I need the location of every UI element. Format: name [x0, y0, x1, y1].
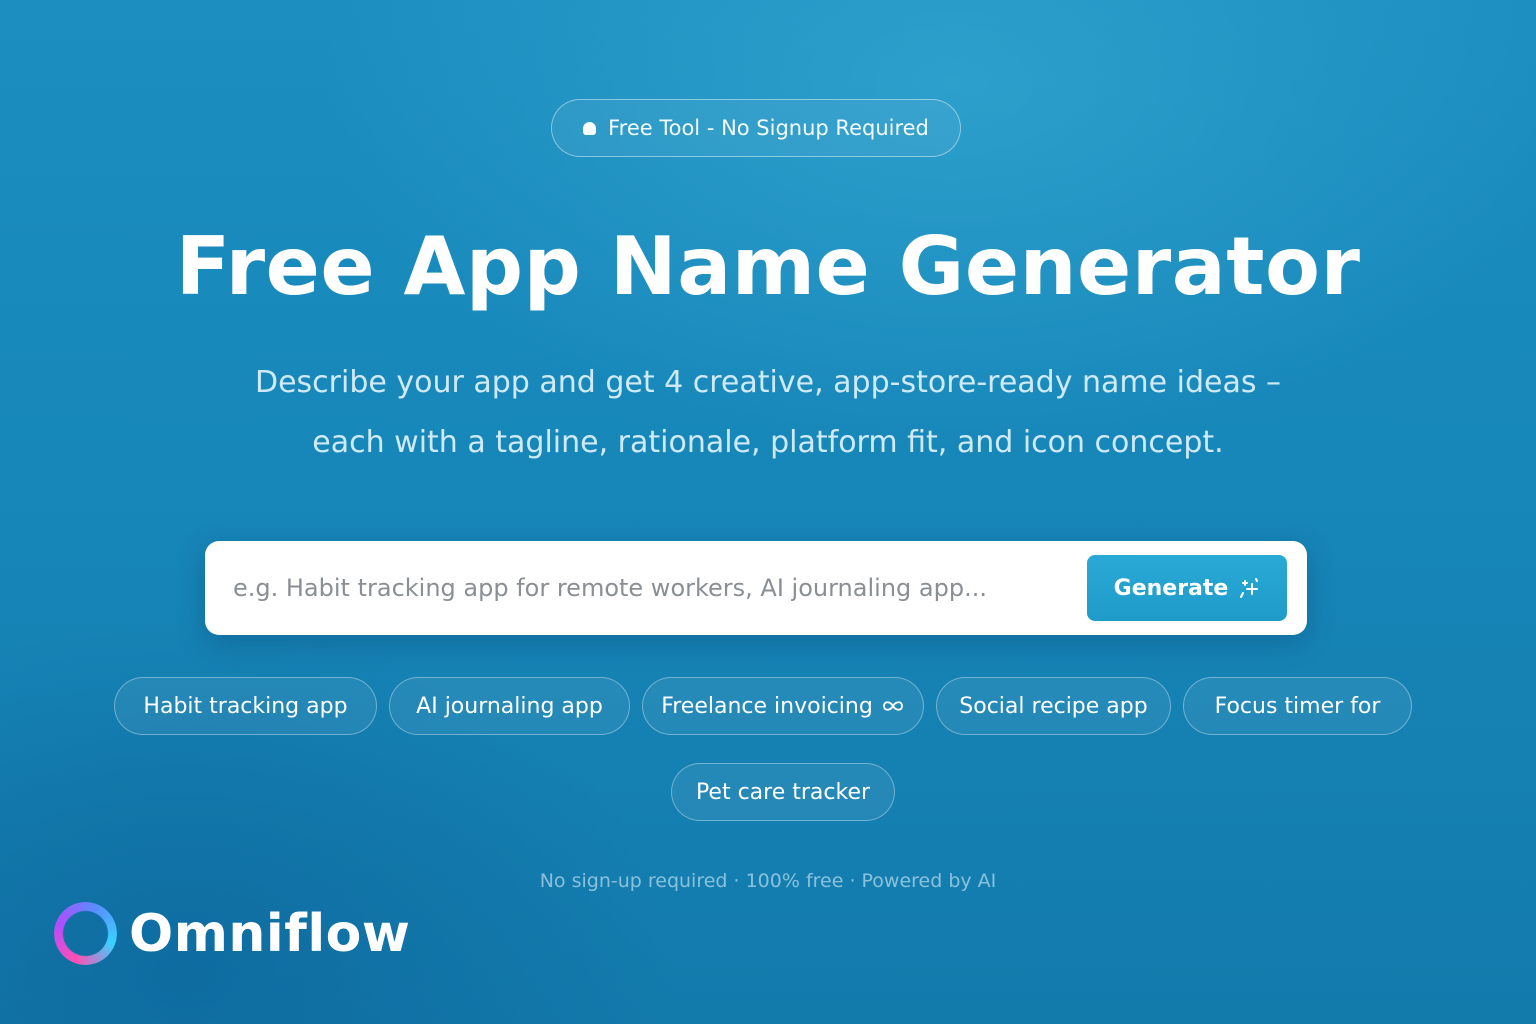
badge-icon — [583, 121, 597, 135]
page-subtitle: Describe your app and get 4 creative, ap… — [218, 353, 1318, 473]
generate-button[interactable]: Generate — [1087, 555, 1287, 621]
omniflow-logo: Omniflow — [54, 902, 410, 965]
suggestion-chip-habit-tracking[interactable]: Habit tracking app — [114, 677, 377, 735]
suggestion-chip-label: Freelance invoicing — [661, 693, 873, 719]
brand-name: Omniflow — [129, 903, 411, 964]
suggestion-chip-label: AI journaling app — [416, 693, 603, 719]
page-title: Free App Name Generator — [175, 220, 1361, 313]
suggestion-chip-focus-timer[interactable]: Focus timer for — [1183, 677, 1412, 735]
app-description-form: Generate — [205, 541, 1307, 635]
footnote: No sign-up required · 100% free · Powere… — [539, 870, 997, 892]
generate-button-label: Generate — [1113, 575, 1229, 601]
suggestion-chip-freelance-invoicing[interactable]: Freelance invoicing — [642, 677, 924, 735]
suggestion-chip-label: Pet care tracker — [695, 779, 871, 805]
sparkle-icon — [1238, 577, 1260, 599]
suggestion-chip-label: Social recipe app — [959, 693, 1148, 719]
subtitle-line-2: each with a tagline, rationale, platform… — [312, 425, 1224, 460]
suggestion-chip-ai-journaling[interactable]: AI journaling app — [389, 677, 630, 735]
free-tool-badge: Free Tool - No Signup Required — [551, 99, 961, 157]
suggestion-chip-label: Habit tracking app — [143, 693, 348, 719]
suggestion-chip-social-recipe[interactable]: Social recipe app — [936, 677, 1171, 735]
subtitle-line-1: Describe your app and get 4 creative, ap… — [254, 365, 1282, 400]
infinity-icon — [881, 699, 905, 713]
badge-text: Free Tool - No Signup Required — [608, 116, 929, 140]
app-description-input[interactable] — [223, 561, 1093, 615]
suggestion-chip-pet-care[interactable]: Pet care tracker — [671, 763, 895, 821]
omniflow-logo-icon — [54, 902, 117, 965]
suggestion-chip-label: Focus timer for — [1214, 693, 1381, 719]
